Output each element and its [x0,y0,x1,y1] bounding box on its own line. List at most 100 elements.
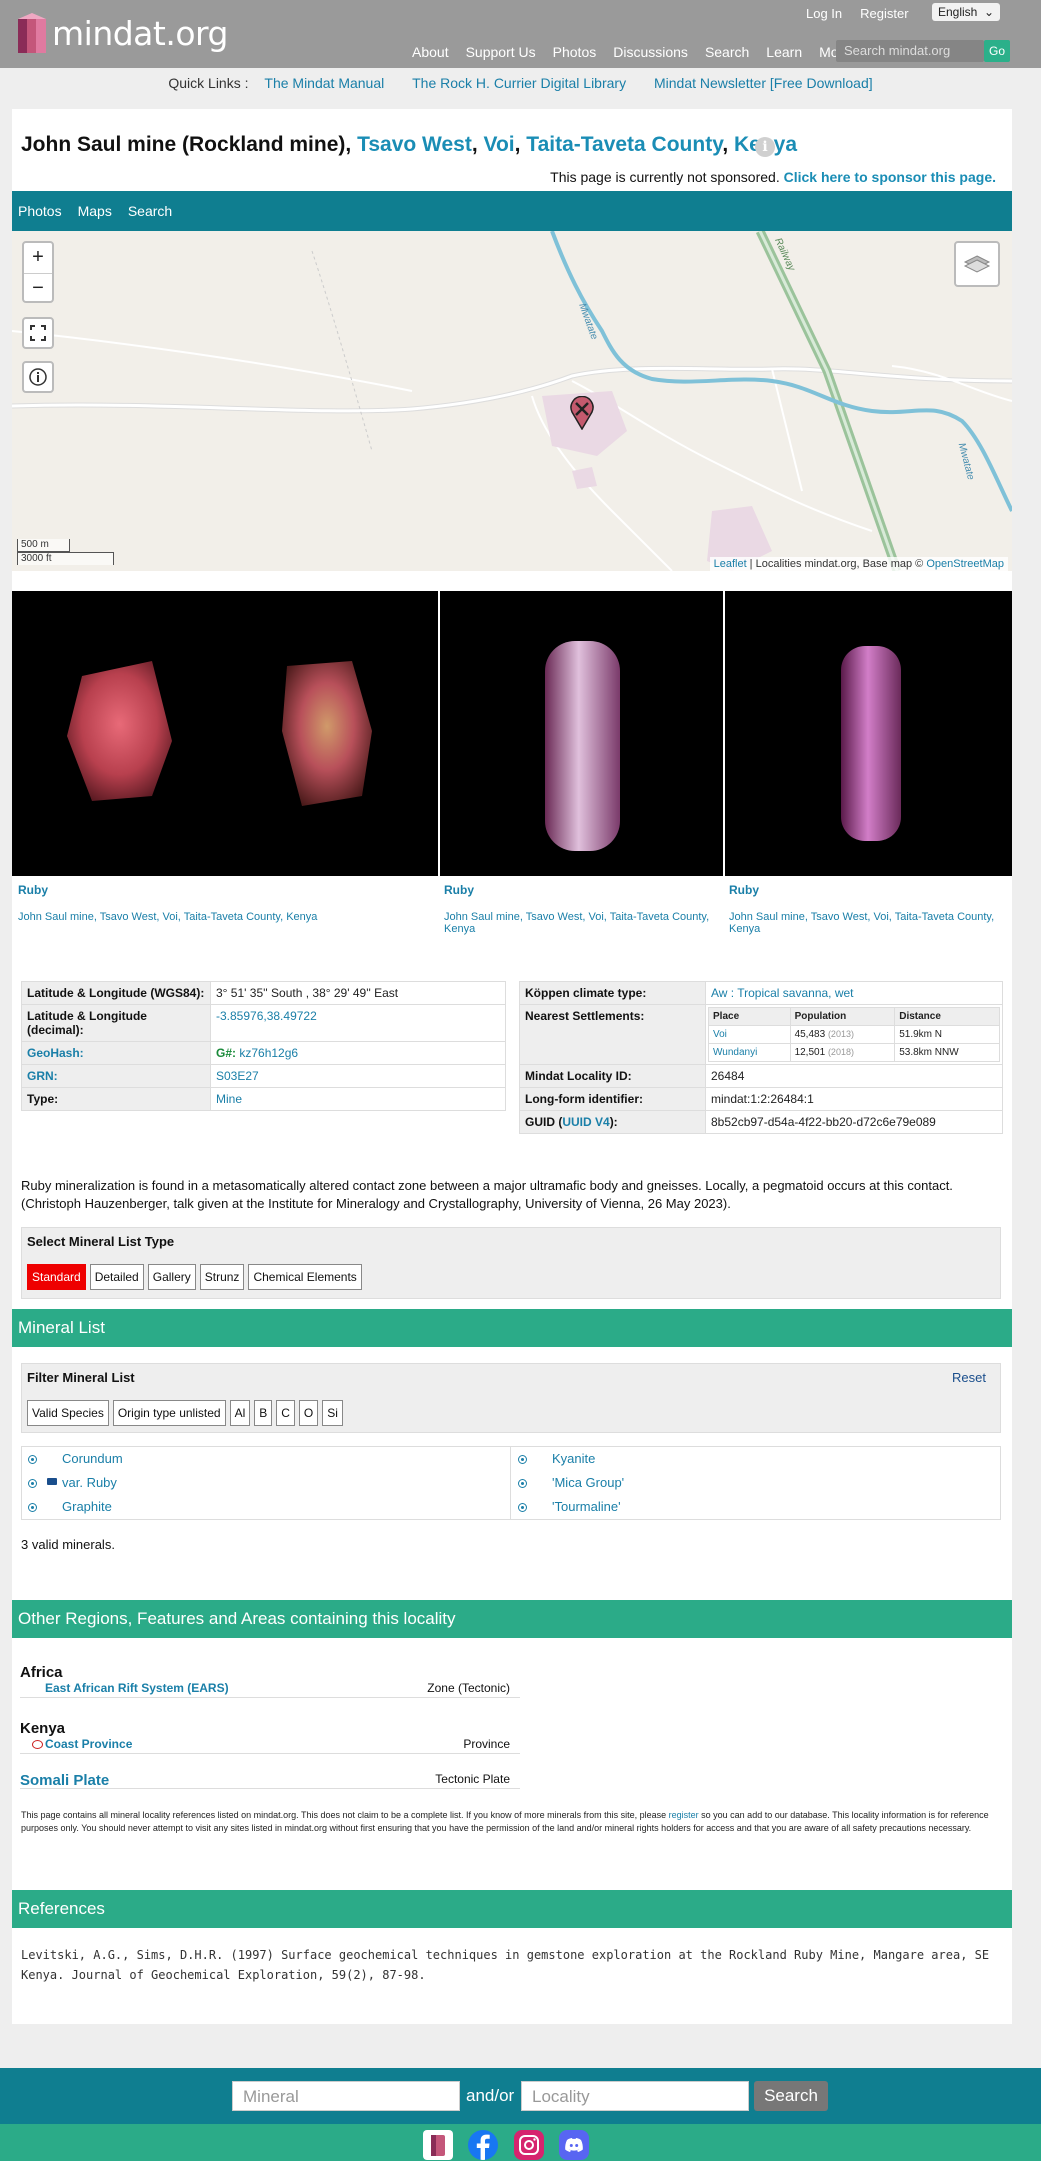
language-select[interactable]: English ⌄ [932,3,1000,21]
region-link-somali-plate[interactable]: Somali Plate [20,1772,109,1789]
mineral-link[interactable]: 'Mica Group' [552,1471,624,1495]
filter-element-c[interactable]: C [276,1400,295,1426]
settlement-row: Voi 45,483 (2013) 51.9km N [708,1025,1000,1044]
photo-2-mineral[interactable]: Ruby [444,883,714,897]
nearest-label: Nearest Settlements: [519,1004,706,1065]
quicklink-manual[interactable]: The Mindat Manual [264,75,384,91]
nav-search[interactable]: Search [705,44,749,60]
uuid-link[interactable]: UUID V4 [562,1115,609,1129]
mineral-link[interactable]: 'Tourmaline' [552,1495,621,1519]
detailed-button[interactable]: Detailed [89,1264,144,1290]
footer-mineral-input[interactable]: Mineral [232,2081,460,2111]
instagram-icon[interactable] [514,2130,544,2160]
sponsor-notice: This page is currently not sponsored. Cl… [550,169,996,185]
footer-locality-input[interactable]: Locality [521,2081,749,2111]
type-value[interactable]: Mine [216,1092,242,1106]
nav-about[interactable]: About [412,44,449,60]
grn-label[interactable]: GRN: [27,1069,58,1083]
filter-element-o[interactable]: O [298,1400,319,1426]
tab-search[interactable]: Search [128,203,172,219]
geohash-value[interactable]: kz76h12g6 [239,1046,298,1060]
region-heading-africa: Africa [20,1664,63,1681]
register-link-inline[interactable]: register [669,1810,699,1820]
footer-andor: and/or [466,2086,515,2105]
photo-3-locality[interactable]: John Saul mine, Tsavo West, Voi, Taita-T… [729,911,994,935]
osm-link[interactable]: OpenStreetMap [926,558,1004,570]
discord-icon[interactable] [559,2130,589,2160]
filter-element-b[interactable]: B [254,1400,273,1426]
leaflet-link[interactable]: Leaflet [714,558,747,570]
mindat-app-icon[interactable] [423,2130,453,2160]
go-button[interactable]: Go [984,40,1010,62]
latlong-decimal-value[interactable]: -3.85976,38.49722 [216,1009,317,1023]
mineral-link[interactable]: Graphite [62,1495,112,1519]
quicklink-library[interactable]: The Rock H. Currier Digital Library [412,75,626,91]
zoom-out-button[interactable]: − [24,274,52,304]
filter-valid-species[interactable]: Valid Species [27,1400,109,1426]
gallery-button[interactable]: Gallery [147,1264,196,1290]
photo-1-mineral[interactable]: Ruby [18,883,428,897]
photo-1-locality[interactable]: John Saul mine, Tsavo West, Voi, Taita-T… [18,911,317,923]
tab-maps[interactable]: Maps [78,203,112,219]
chevron-down-icon: ⌄ [983,5,994,19]
settlement-header-place: Place [708,1007,791,1026]
settlement-place[interactable]: Wundanyi [713,1047,757,1058]
region-type: Province [463,1737,510,1751]
quicklink-newsletter[interactable]: Mindat Newsletter [Free Download] [654,75,873,91]
sponsor-link[interactable]: Click here to sponsor this page. [784,169,996,185]
info-icon[interactable]: i [755,137,775,157]
expand-icon[interactable] [518,1479,527,1488]
fullscreen-button[interactable] [22,317,54,349]
region-link-ears[interactable]: East African Rift System (EARS) [45,1681,229,1695]
strunz-button[interactable]: Strunz [199,1264,245,1290]
standard-button[interactable]: Standard [27,1264,86,1290]
expand-icon[interactable] [28,1503,37,1512]
camera-icon[interactable] [47,1478,57,1485]
koppen-value[interactable]: Aw : Tropical savanna, wet [711,986,854,1000]
map-info-button[interactable] [22,361,54,393]
title-link-tsavo[interactable]: Tsavo West [357,133,472,156]
register-link[interactable]: Register [860,6,908,21]
filter-element-si[interactable]: Si [322,1400,343,1426]
logo-text: mindat.org [52,13,228,53]
region-type: Tectonic Plate [435,1772,510,1786]
geohash-label[interactable]: GeoHash: [27,1046,84,1060]
region-link-coast[interactable]: Coast Province [45,1737,132,1751]
scale-metric: 500 m [17,539,70,552]
logo[interactable]: mindat.org [14,8,228,58]
photo-2[interactable] [440,591,723,876]
zoom-in-button[interactable]: + [24,243,52,274]
expand-icon[interactable] [28,1455,37,1464]
mineral-link[interactable]: var. Ruby [62,1471,117,1495]
locality-info-table-right: Köppen climate type: Aw : Tropical savann… [519,981,1003,1134]
photo-2-locality[interactable]: John Saul mine, Tsavo West, Voi, Taita-T… [444,911,709,935]
nav-discussions[interactable]: Discussions [613,44,688,60]
expand-icon[interactable] [28,1479,37,1488]
title-link-voi[interactable]: Voi [484,133,515,156]
mine-marker-icon[interactable] [569,396,595,430]
footer-search-button[interactable]: Search [754,2081,828,2111]
settlement-place[interactable]: Voi [713,1029,727,1040]
photo-1[interactable] [12,591,438,876]
title-link-county[interactable]: Taita-Taveta County [526,133,722,156]
filter-origin-unlisted[interactable]: Origin type unlisted [112,1400,226,1426]
reset-link[interactable]: Reset [952,1370,986,1385]
photo-3[interactable] [725,591,1012,876]
nav-photos[interactable]: Photos [553,44,597,60]
filter-element-al[interactable]: Al [229,1400,251,1426]
nav-learn[interactable]: Learn [766,44,802,60]
site-search-input[interactable]: Search mindat.org [836,40,984,62]
nav-support-us[interactable]: Support Us [466,44,536,60]
mineral-link[interactable]: Kyanite [552,1447,595,1471]
mineral-link[interactable]: Corundum [62,1447,123,1471]
photo-3-mineral[interactable]: Ruby [729,883,999,897]
locality-map[interactable]: Mwatate Mwatate Railway + − 500 m 3000 f… [12,231,1012,571]
expand-icon[interactable] [518,1455,527,1464]
tab-photos[interactable]: Photos [18,203,62,219]
layers-button[interactable] [954,241,1000,287]
expand-icon[interactable] [518,1503,527,1512]
facebook-icon[interactable] [468,2130,498,2160]
grn-value[interactable]: S03E27 [216,1069,259,1083]
login-link[interactable]: Log In [806,6,842,21]
chemical-elements-button[interactable]: Chemical Elements [248,1264,362,1290]
